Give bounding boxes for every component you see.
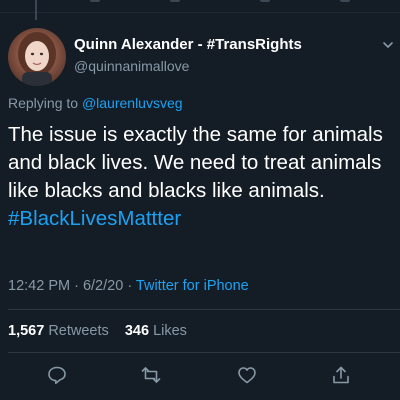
replying-prefix: Replying to [8,95,82,111]
likes-count: 346 [124,323,150,339]
likes-stat[interactable]: 346 Likes [125,323,187,339]
avatar[interactable] [8,28,66,86]
hashtag-link[interactable]: #BlackLivesMattter [8,207,181,230]
divider [8,309,400,310]
author-display-name[interactable]: Quinn Alexander - #TransRights [74,36,302,53]
tweet-meta: 12:42 PM · 6/2/20 · Twitter for iPhone [8,278,249,294]
tweet-stats: 1,567 Retweets 346 Likes [8,323,187,339]
tweet-body: The issue is exactly the same for animal… [8,123,383,202]
previous-tweet-actions [90,0,350,6]
meta-separator: · [70,278,83,294]
thread-line [35,0,37,20]
likes-label: Likes [153,323,187,339]
replying-target-link[interactable]: @laurenluvsveg [82,95,183,111]
chevron-down-icon[interactable] [382,38,394,50]
like-icon[interactable] [236,364,258,386]
tweet-date: 6/2/20 [82,278,124,294]
divider [8,352,400,353]
reply-icon[interactable] [46,364,68,386]
tweet-source-link[interactable]: Twitter for iPhone [136,278,249,294]
retweets-stat[interactable]: 1,567 Retweets [8,323,109,339]
meta-separator: · [123,278,136,294]
tweet-time: 12:42 PM [8,278,71,294]
share-icon[interactable] [330,364,352,386]
tweet-text: The issue is exactly the same for animal… [8,121,394,233]
author-handle[interactable]: @quinnanimallove [74,58,189,74]
retweets-count: 1,567 [8,323,45,339]
replying-to: Replying to @laurenluvsveg [8,95,183,111]
retweet-icon[interactable] [140,364,162,386]
previous-tweet-strip [0,0,400,13]
retweets-label: Retweets [48,323,109,339]
